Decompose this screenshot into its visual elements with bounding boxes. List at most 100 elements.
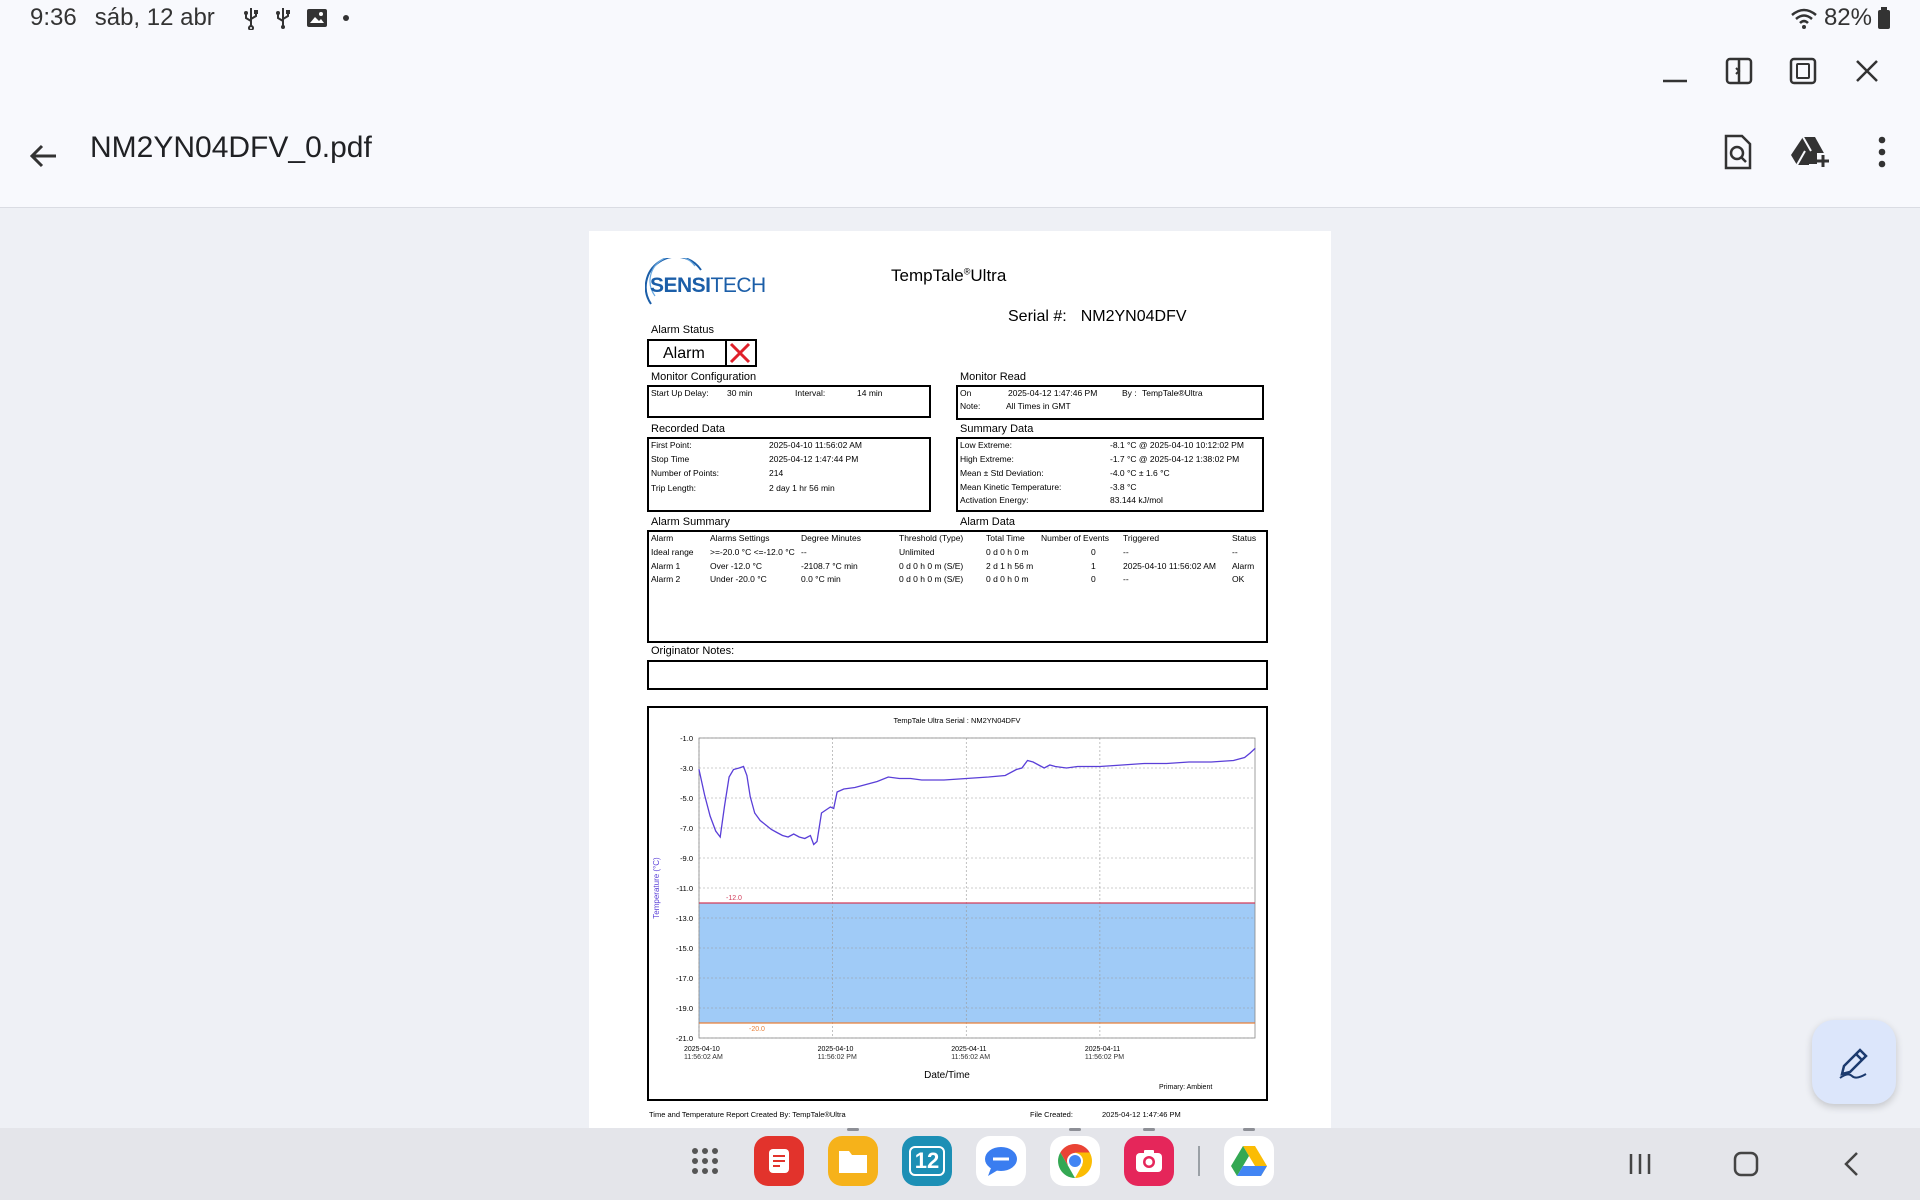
popup-view-icon [1789, 57, 1817, 85]
temperature-data-point [754, 812, 756, 814]
temperature-data-point [1121, 764, 1123, 766]
temperature-data-point [1004, 775, 1006, 776]
temperature-series-line [698, 748, 1256, 846]
chart-svg: -1.0 -3.0 -5.0 -7.0 -9.0 -11.0 -13.0 -15.0 -17.0… [652, 716, 1256, 1091]
status-bar: 9:36 sáb, 12 abr 82% [0, 0, 1920, 36]
temperature-data-point [719, 836, 721, 838]
y-tick-label: -19.0 [676, 1004, 693, 1013]
y-tick-label: -13.0 [676, 914, 693, 923]
dock-separator [1198, 1146, 1200, 1176]
status-icons [241, 6, 351, 30]
status-date: sáb, 12 abr [94, 4, 215, 31]
temperature-data-point [724, 805, 726, 806]
temperature-data-point [1244, 757, 1246, 758]
temperature-data-point [715, 830, 717, 832]
monitor-read-box: On 2025-04-12 1:47:46 PM By : TempTale®U… [956, 385, 1264, 420]
y-tick-label: -11.0 [676, 884, 693, 893]
chrome-app-button[interactable] [1050, 1128, 1100, 1186]
running-indicator [1243, 1128, 1255, 1131]
pdf-page: SENSITECH TempTale®Ultra Serial #: NM2YN0… [589, 231, 1331, 1131]
battery-icon [1878, 7, 1890, 29]
status-time: 9:36 [30, 4, 77, 31]
temperature-data-point [1015, 769, 1017, 770]
recent-apps-icon [1629, 1154, 1651, 1174]
temperature-data-point [887, 776, 889, 778]
x-tick-time: 11:56:02 AM [684, 1054, 723, 1061]
temperature-data-point [1077, 766, 1079, 767]
footer-file-created-label: File Created: [1030, 1110, 1073, 1119]
temperature-data-point [743, 766, 744, 767]
temperature-data-point [854, 787, 856, 788]
calendar-day: 12 [908, 1146, 946, 1176]
y-tick-label: -5.0 [680, 794, 693, 803]
x-tick-time: 11:56:02 PM [1085, 1054, 1124, 1061]
temperature-data-point [809, 835, 811, 836]
more-options-button[interactable] [1858, 128, 1906, 176]
monitor-config-box: Start Up Delay: 30 min Interval: 14 min [647, 385, 931, 418]
temperature-data-point [793, 833, 795, 835]
window-bar [0, 36, 1920, 106]
popup-view-button[interactable] [1784, 52, 1822, 90]
pen-edit-icon [1839, 1048, 1868, 1079]
footer-created-by: Time and Temperature Report Created By: … [649, 1110, 846, 1119]
alarm-status-box: Alarm [647, 339, 757, 367]
wifi-icon [1791, 8, 1817, 29]
app-bar: NM2YN04DFV_0.pdf [0, 106, 1920, 208]
save-to-drive-button[interactable] [1786, 128, 1834, 176]
temperature-data-point [1166, 763, 1168, 764]
more-dot-icon [342, 15, 349, 21]
temperature-data-point [825, 809, 827, 811]
files-app-button[interactable] [828, 1128, 878, 1186]
y-tick-label: -3.0 [680, 764, 693, 773]
calendar-app-button[interactable]: 12 [902, 1136, 952, 1186]
monitor-read-heading: Monitor Read [960, 371, 1027, 383]
minimize-icon [1663, 79, 1687, 83]
apps-grid-button[interactable] [680, 1136, 730, 1186]
taskbar: 12 [0, 1128, 1920, 1200]
dock: 12 [680, 1128, 1274, 1186]
recorded-data-heading: Recorded Data [651, 423, 725, 435]
camera-app-button[interactable] [1124, 1128, 1174, 1186]
temperature-chart: -1.0 -3.0 -5.0 -7.0 -9.0 -11.0 -13.0 -15.0 -17.0… [647, 706, 1268, 1101]
temperature-data-point [965, 778, 967, 779]
temperature-data-point [1088, 766, 1090, 767]
temperature-data-point [698, 769, 700, 770]
x-tick-date: 2025-04-11 [951, 1046, 986, 1053]
x-tick-date: 2025-04-10 [818, 1046, 854, 1053]
close-window-button[interactable] [1848, 52, 1886, 90]
sensitech-logo: SENSITECH [650, 274, 766, 297]
temperature-data-point [1032, 761, 1034, 763]
temperature-data-point [759, 820, 761, 821]
temperature-data-point [1210, 761, 1212, 763]
chart-title: TempTale Ultra Serial : NM2YN04DFV [893, 716, 1020, 725]
annotate-button[interactable] [1812, 1020, 1896, 1104]
home-button[interactable] [1728, 1146, 1764, 1182]
notes-app-button[interactable] [754, 1136, 804, 1186]
back-button[interactable] [24, 136, 64, 176]
serial-number: Serial #: NM2YN04DFV [1008, 308, 1187, 325]
alarm-table: Alarm Alarms Settings Degree Minutes Thr… [647, 530, 1268, 643]
temperature-data-point [746, 775, 748, 776]
temperature-data-point [765, 824, 767, 826]
messages-app-button[interactable] [976, 1136, 1026, 1186]
monitor-config-heading: Monitor Configuration [651, 371, 757, 383]
drive-app-button[interactable] [1224, 1128, 1274, 1186]
temperature-data-point [1049, 764, 1051, 766]
threshold-low-label: -20.0 [749, 1026, 765, 1033]
temperature-data-point [1143, 763, 1145, 764]
alarm-data-heading: Alarm Data [960, 516, 1016, 528]
message-bubble-icon [985, 1147, 1017, 1176]
running-indicator [1143, 1128, 1155, 1131]
temperature-data-point [821, 812, 822, 814]
summary-data-box: Low Extreme: -8.1 °C @ 2025-04-10 10:12:… [956, 437, 1264, 512]
google-drive-icon [1231, 1146, 1267, 1176]
recent-apps-button[interactable] [1622, 1146, 1658, 1182]
temperature-data-point [1233, 760, 1234, 761]
split-view-button[interactable] [1720, 52, 1758, 90]
close-icon [1856, 60, 1878, 82]
find-in-document-button[interactable] [1714, 128, 1762, 176]
system-back-button[interactable] [1834, 1146, 1870, 1182]
temperature-data-point [1254, 748, 1256, 749]
y-tick-label: -21.0 [676, 1034, 693, 1043]
minimize-button[interactable] [1656, 52, 1694, 90]
